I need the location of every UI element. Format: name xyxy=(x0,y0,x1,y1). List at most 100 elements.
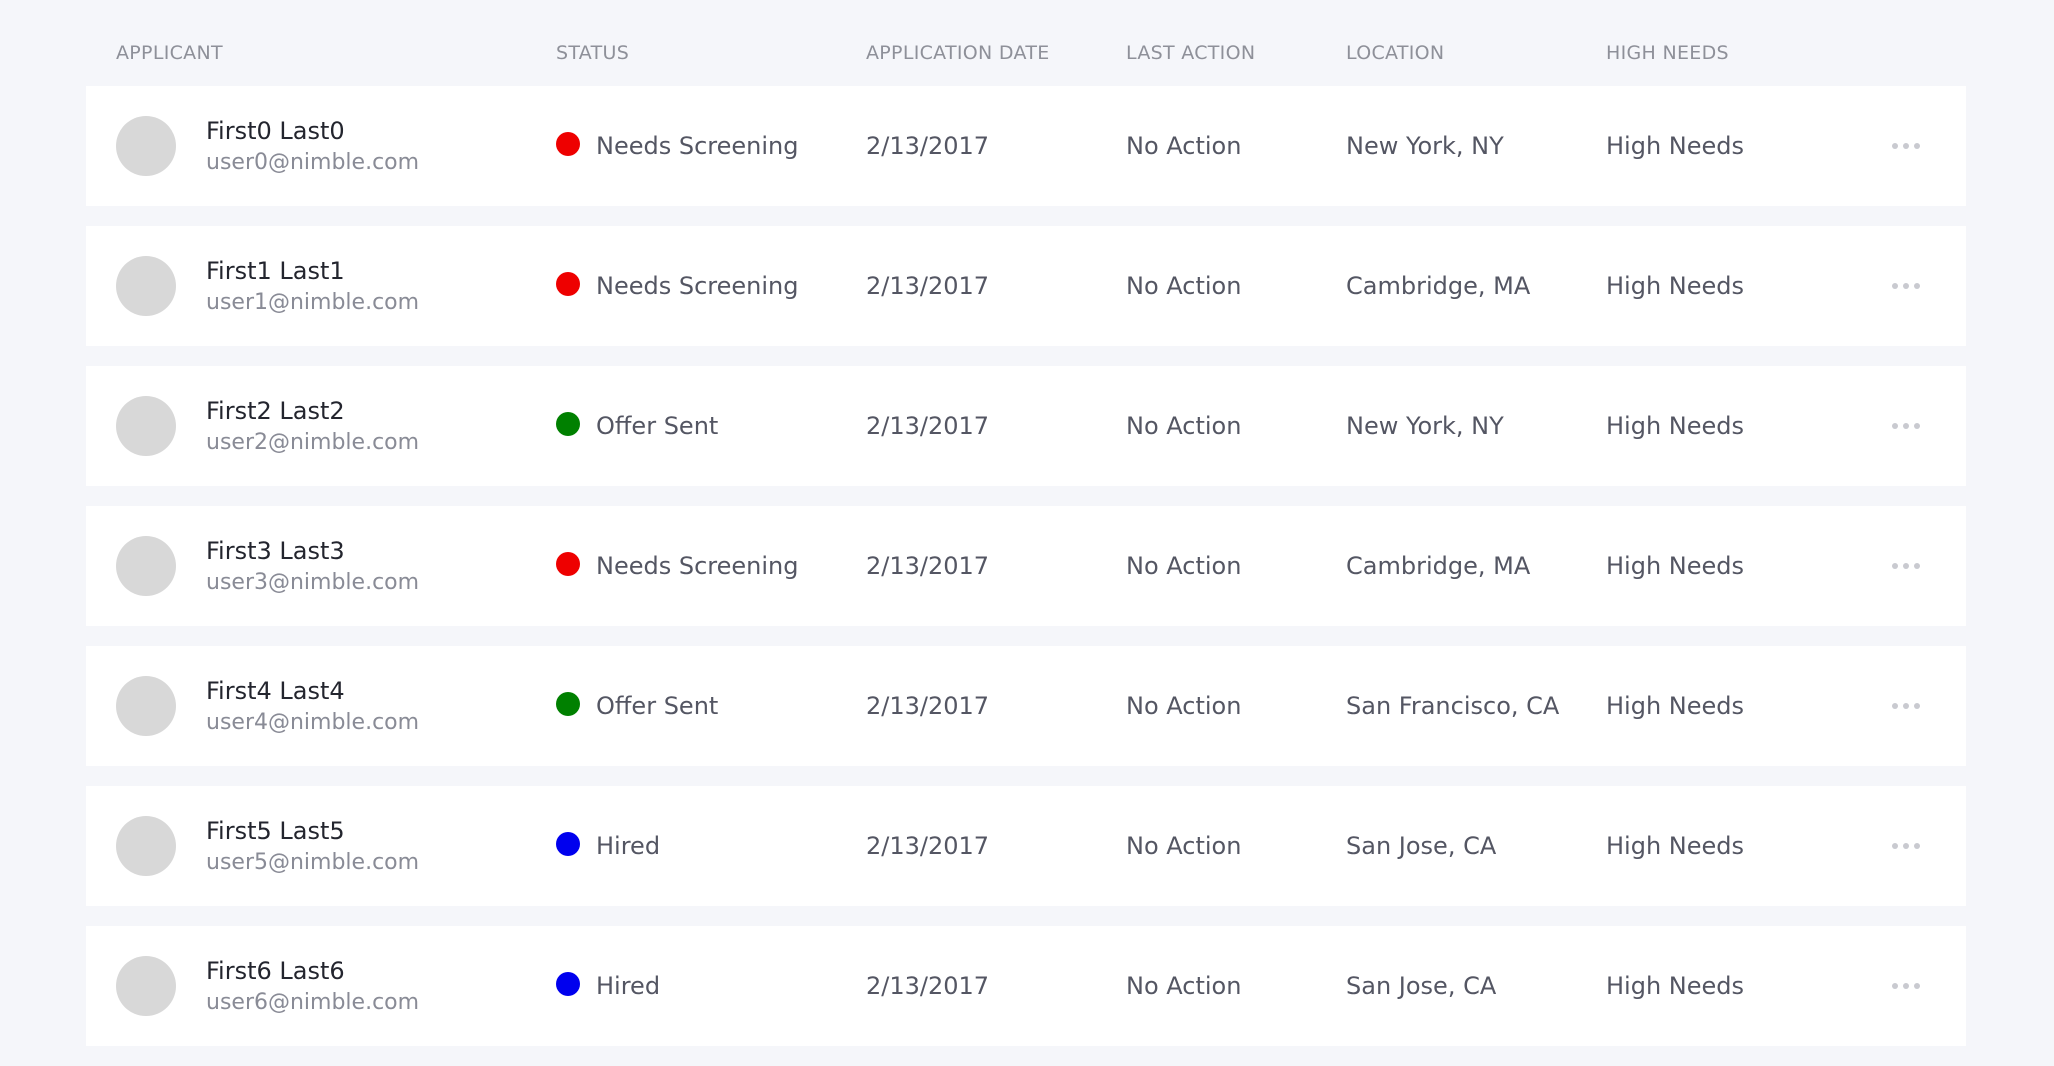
more-horizontal-icon xyxy=(1914,703,1920,709)
status-dot-icon xyxy=(556,692,580,716)
avatar xyxy=(116,256,176,316)
more-horizontal-icon xyxy=(1903,283,1909,289)
more-options-button[interactable] xyxy=(1886,968,1926,1004)
applicant-email: user4@nimble.com xyxy=(206,710,420,735)
status-label: Hired xyxy=(596,972,661,1000)
status-dot-icon xyxy=(556,552,580,576)
application-date: 2/13/2017 xyxy=(866,272,990,300)
more-horizontal-icon xyxy=(1892,563,1898,569)
applicant-name[interactable]: First6 Last6 xyxy=(206,957,345,985)
applicant-email: user5@nimble.com xyxy=(206,850,420,875)
more-horizontal-icon xyxy=(1914,283,1920,289)
high-needs: High Needs xyxy=(1606,552,1745,580)
table-body: First0 Last0 user0@nimble.com Needs Scre… xyxy=(86,86,1966,1066)
status-dot-icon xyxy=(556,832,580,856)
high-needs: High Needs xyxy=(1606,832,1745,860)
more-options-button[interactable] xyxy=(1886,128,1926,164)
status-label: Offer Sent xyxy=(596,412,719,440)
more-horizontal-icon xyxy=(1914,843,1920,849)
application-date: 2/13/2017 xyxy=(866,832,990,860)
location: New York, NY xyxy=(1346,132,1504,160)
column-header-location[interactable]: LOCATION xyxy=(1346,42,1444,64)
application-date: 2/13/2017 xyxy=(866,552,990,580)
more-horizontal-icon xyxy=(1892,143,1898,149)
location: Cambridge, MA xyxy=(1346,272,1531,300)
avatar xyxy=(116,676,176,736)
table-row[interactable]: First3 Last3 user3@nimble.com Needs Scre… xyxy=(86,506,1966,626)
more-horizontal-icon xyxy=(1903,983,1909,989)
more-horizontal-icon xyxy=(1892,843,1898,849)
table-row[interactable]: First2 Last2 user2@nimble.com Offer Sent… xyxy=(86,366,1966,486)
more-horizontal-icon xyxy=(1903,563,1909,569)
more-horizontal-icon xyxy=(1892,283,1898,289)
applicant-table: APPLICANT STATUS APPLICATION DATE LAST A… xyxy=(0,0,2054,1066)
status-dot-icon xyxy=(556,972,580,996)
more-horizontal-icon xyxy=(1903,703,1909,709)
avatar xyxy=(116,816,176,876)
table-row[interactable]: First4 Last4 user4@nimble.com Offer Sent… xyxy=(86,646,1966,766)
applicant-email: user1@nimble.com xyxy=(206,290,420,315)
applicant-email: user3@nimble.com xyxy=(206,570,420,595)
table-row[interactable]: First6 Last6 user6@nimble.com Hired 2/13… xyxy=(86,926,1966,1046)
column-header-applicant[interactable]: APPLICANT xyxy=(116,42,223,64)
more-options-button[interactable] xyxy=(1886,408,1926,444)
applicant-email: user0@nimble.com xyxy=(206,150,420,175)
more-options-button[interactable] xyxy=(1886,828,1926,864)
more-options-button[interactable] xyxy=(1886,688,1926,724)
last-action: No Action xyxy=(1126,972,1242,1000)
location: San Jose, CA xyxy=(1346,832,1497,860)
status-dot-icon xyxy=(556,412,580,436)
applicant-name[interactable]: First4 Last4 xyxy=(206,677,345,705)
applicant-name[interactable]: First3 Last3 xyxy=(206,537,345,565)
applicant-name[interactable]: First1 Last1 xyxy=(206,257,345,285)
avatar xyxy=(116,956,176,1016)
location: San Jose, CA xyxy=(1346,972,1497,1000)
high-needs: High Needs xyxy=(1606,972,1745,1000)
high-needs: High Needs xyxy=(1606,692,1745,720)
last-action: No Action xyxy=(1126,412,1242,440)
location: Cambridge, MA xyxy=(1346,552,1531,580)
more-horizontal-icon xyxy=(1903,843,1909,849)
avatar xyxy=(116,116,176,176)
application-date: 2/13/2017 xyxy=(866,972,990,1000)
column-header-status[interactable]: STATUS xyxy=(556,42,629,64)
application-date: 2/13/2017 xyxy=(866,412,990,440)
more-options-button[interactable] xyxy=(1886,268,1926,304)
last-action: No Action xyxy=(1126,132,1242,160)
status-label: Needs Screening xyxy=(596,132,799,160)
applicant-name[interactable]: First0 Last0 xyxy=(206,117,345,145)
more-horizontal-icon xyxy=(1914,423,1920,429)
location: New York, NY xyxy=(1346,412,1504,440)
status-label: Hired xyxy=(596,832,661,860)
applicant-name[interactable]: First2 Last2 xyxy=(206,397,345,425)
location: San Francisco, CA xyxy=(1346,692,1560,720)
more-options-button[interactable] xyxy=(1886,548,1926,584)
more-horizontal-icon xyxy=(1914,143,1920,149)
high-needs: High Needs xyxy=(1606,272,1745,300)
status-label: Needs Screening xyxy=(596,552,799,580)
status-dot-icon xyxy=(556,132,580,156)
table-row[interactable]: First0 Last0 user0@nimble.com Needs Scre… xyxy=(86,86,1966,206)
application-date: 2/13/2017 xyxy=(866,132,990,160)
last-action: No Action xyxy=(1126,272,1242,300)
table-header: APPLICANT STATUS APPLICATION DATE LAST A… xyxy=(0,0,2054,86)
more-horizontal-icon xyxy=(1892,983,1898,989)
more-horizontal-icon xyxy=(1903,423,1909,429)
column-header-high-needs[interactable]: HIGH NEEDS xyxy=(1606,42,1729,64)
table-row[interactable]: First5 Last5 user5@nimble.com Hired 2/13… xyxy=(86,786,1966,906)
applicant-name[interactable]: First5 Last5 xyxy=(206,817,345,845)
applicant-email: user2@nimble.com xyxy=(206,430,420,455)
more-horizontal-icon xyxy=(1903,143,1909,149)
column-header-application-date[interactable]: APPLICATION DATE xyxy=(866,42,1050,64)
status-label: Offer Sent xyxy=(596,692,719,720)
last-action: No Action xyxy=(1126,552,1242,580)
column-header-last-action[interactable]: LAST ACTION xyxy=(1126,42,1255,64)
more-horizontal-icon xyxy=(1892,703,1898,709)
more-horizontal-icon xyxy=(1914,983,1920,989)
high-needs: High Needs xyxy=(1606,132,1745,160)
status-dot-icon xyxy=(556,272,580,296)
last-action: No Action xyxy=(1126,692,1242,720)
avatar xyxy=(116,396,176,456)
table-row[interactable]: First1 Last1 user1@nimble.com Needs Scre… xyxy=(86,226,1966,346)
last-action: No Action xyxy=(1126,832,1242,860)
